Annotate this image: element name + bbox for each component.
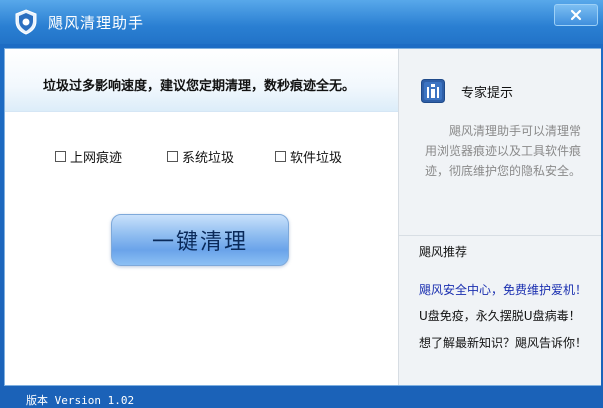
checkbox-system-junk[interactable]: 系统垃圾 [167, 147, 234, 166]
checkbox-label: 系统垃圾 [182, 151, 235, 166]
checkbox-box[interactable] [275, 151, 286, 162]
recommend-link-news[interactable]: 想了解最新知识？飓风告诉你！ [419, 334, 587, 351]
info-banner: 垃圾过多影响速度，建议您定期清理，数秒痕迹全无。 [5, 49, 398, 112]
recommend-link-usb-immunity[interactable]: U盘免疫，永久摆脱U盘病毒！ [419, 307, 581, 324]
checkbox-label: 上网痕迹 [70, 151, 123, 166]
side-panel: 专家提示 飓风清理助手可以清理常用浏览器痕迹以及工具软件痕迹，彻底维护您的隐私安… [398, 49, 601, 385]
close-button[interactable] [554, 4, 598, 26]
tip-heading: 专家提示 [461, 86, 514, 101]
info-icon [421, 79, 445, 103]
divider [399, 235, 601, 236]
app-window: 飓风清理助手 垃圾过多影响速度，建议您定期清理，数秒痕迹全无。 上网痕迹 系统垃… [0, 0, 603, 408]
tip-body: 飓风清理助手可以清理常用浏览器痕迹以及工具软件痕迹，彻底维护您的隐私安全。 [425, 124, 582, 178]
version-text: 版本 Version 1.02 [26, 394, 135, 407]
banner-text: 垃圾过多影响速度，建议您定期清理，数秒痕迹全无。 [43, 79, 356, 94]
checkbox-web-traces[interactable]: 上网痕迹 [55, 147, 122, 166]
status-bar: 版本 Version 1.02 [0, 388, 603, 408]
recommend-heading: 飓风推荐 [419, 245, 468, 259]
client-area: 垃圾过多影响速度，建议您定期清理，数秒痕迹全无。 上网痕迹 系统垃圾 软件垃圾 … [4, 48, 601, 386]
recommend-link-security-center[interactable]: 飓风安全中心，免费维护爱机！ [419, 281, 587, 298]
close-icon [570, 9, 582, 21]
checkbox-software-junk[interactable]: 软件垃圾 [275, 147, 342, 166]
checkbox-label: 软件垃圾 [290, 151, 343, 166]
title-bar[interactable]: 飓风清理助手 [0, 0, 603, 44]
checkbox-box[interactable] [55, 151, 66, 162]
shield-icon [14, 9, 38, 35]
one-click-clean-button[interactable]: 一键清理 [111, 214, 289, 266]
window-title: 飓风清理助手 [48, 14, 145, 32]
checkbox-box[interactable] [167, 151, 178, 162]
